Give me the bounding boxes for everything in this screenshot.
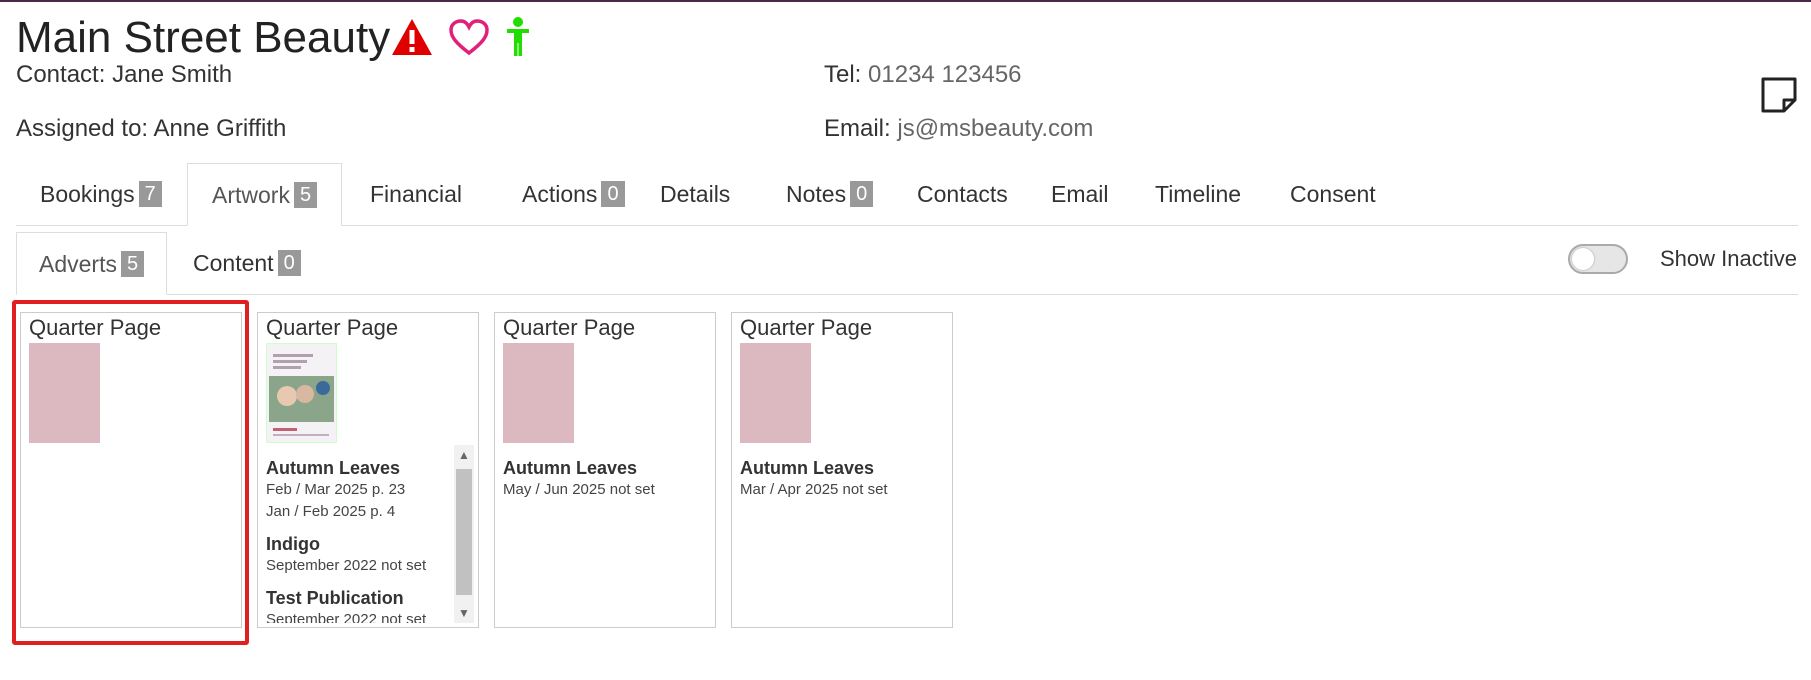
- email-label: Email:: [824, 115, 891, 142]
- card-title: Quarter Page: [740, 315, 873, 340]
- card-title: Quarter Page: [503, 315, 636, 340]
- show-inactive-toggle[interactable]: [1568, 244, 1628, 274]
- tel-label: Tel:: [824, 61, 862, 88]
- tab-bookings[interactable]: Bookings 7: [16, 163, 186, 225]
- contact-line: Contact: Jane Smith: [16, 60, 232, 90]
- publication-item: Autumn Leaves Mar / Apr 2025 not set: [740, 457, 940, 501]
- tab-email[interactable]: Email: [1027, 163, 1133, 225]
- show-inactive-label: Show Inactive: [1660, 246, 1797, 271]
- page-title: Main Street Beauty: [16, 13, 391, 62]
- tab-notes[interactable]: Notes 0: [762, 163, 897, 225]
- tab-label: Consent: [1290, 181, 1376, 207]
- publication-name: Autumn Leaves: [503, 458, 638, 478]
- subtab-content[interactable]: Content 0: [171, 232, 323, 294]
- person-icon: [504, 16, 532, 58]
- tab-details[interactable]: Details: [636, 163, 754, 225]
- contact-label: Contact:: [16, 61, 106, 88]
- scroll-down-icon[interactable]: ▼: [454, 603, 474, 623]
- tab-label: Details: [660, 181, 731, 207]
- tab-badge: 5: [293, 182, 318, 208]
- scroll-up-icon[interactable]: ▲: [454, 445, 474, 465]
- email-line: Email: js@msbeauty.com: [824, 114, 1093, 144]
- status-icons: [390, 16, 532, 58]
- advert-thumbnail[interactable]: [266, 343, 337, 443]
- publication-issue: May / Jun 2025 not set: [503, 481, 655, 498]
- publication-item: Autumn Leaves May / Jun 2025 not set: [503, 457, 703, 501]
- assigned-label: Assigned to:: [16, 115, 149, 142]
- publication-name: Test Publication: [266, 588, 404, 608]
- tab-label: Timeline: [1155, 181, 1242, 207]
- scrollbar-thumb[interactable]: [456, 469, 472, 595]
- publication-issue: September 2022 not set: [266, 611, 427, 623]
- sub-tabs: Adverts 5 Content 0: [16, 232, 1798, 295]
- tab-badge: 7: [138, 181, 162, 207]
- tel-line: Tel: 01234 123456: [824, 60, 1022, 90]
- advert-thumbnail[interactable]: [503, 343, 574, 443]
- sticky-note-icon[interactable]: [1760, 76, 1798, 119]
- tel-value[interactable]: 01234 123456: [868, 61, 1022, 88]
- publication-list: Autumn Leaves Feb / Mar 2025 p. 23 Jan /…: [266, 455, 466, 623]
- tab-label: Notes: [786, 181, 847, 207]
- card-title: Quarter Page: [266, 315, 399, 340]
- publication-name: Indigo: [266, 534, 320, 554]
- main-tabs: Bookings 7 Artwork 5 Financial Actions 0 De…: [16, 163, 1798, 226]
- subtab-badge: 5: [120, 251, 145, 277]
- toggle-knob: [1572, 248, 1594, 270]
- tab-financial[interactable]: Financial: [346, 163, 486, 225]
- heart-icon: [448, 18, 490, 56]
- advert-card[interactable]: Quarter Page Autumn Leaves Mar / Apr 202…: [731, 312, 953, 628]
- tab-label: Contacts: [917, 181, 1008, 207]
- selection-highlight: [12, 300, 249, 645]
- publication-name: Autumn Leaves: [266, 458, 401, 478]
- contact-name: Jane Smith: [112, 61, 233, 88]
- email-value[interactable]: js@msbeauty.com: [897, 115, 1093, 142]
- publication-issue: September 2022 not set: [266, 557, 427, 574]
- tab-consent[interactable]: Consent: [1266, 163, 1400, 225]
- publication-item: Autumn Leaves Feb / Mar 2025 p. 23 Jan /…: [266, 457, 466, 523]
- publication-issue: Jan / Feb 2025 p. 4: [266, 503, 396, 520]
- subtab-label: Adverts: [39, 251, 117, 277]
- publication-issue: Mar / Apr 2025 not set: [740, 481, 888, 498]
- advert-thumbnail[interactable]: [740, 343, 811, 443]
- tab-artwork[interactable]: Artwork 5: [187, 163, 343, 226]
- tab-label: Artwork: [212, 182, 290, 208]
- publication-list: Autumn Leaves May / Jun 2025 not set: [503, 455, 703, 623]
- tab-label: Financial: [370, 181, 463, 207]
- assigned-line: Assigned to: Anne Griffith: [16, 114, 286, 144]
- publication-issue: Feb / Mar 2025 p. 23: [266, 481, 406, 498]
- publication-item: Test Publication September 2022 not set: [266, 587, 466, 623]
- publication-item: Indigo September 2022 not set: [266, 533, 466, 577]
- advert-card[interactable]: Quarter Page Autumn Leaves Feb / Mar 202…: [257, 312, 479, 628]
- tab-timeline[interactable]: Timeline: [1131, 163, 1265, 225]
- warning-icon: [390, 17, 434, 57]
- assigned-name: Anne Griffith: [153, 115, 287, 142]
- publication-scrollbar[interactable]: ▲ ▼: [454, 445, 474, 623]
- top-border: [0, 0, 1811, 2]
- publication-list: Autumn Leaves Mar / Apr 2025 not set: [740, 455, 940, 623]
- subtab-adverts[interactable]: Adverts 5: [16, 232, 168, 295]
- tab-badge: 0: [850, 181, 874, 207]
- tab-contacts[interactable]: Contacts: [893, 163, 1032, 225]
- tab-actions[interactable]: Actions 0: [498, 163, 649, 225]
- tab-label: Email: [1051, 181, 1109, 207]
- tab-badge: 0: [601, 181, 625, 207]
- tab-label: Bookings: [40, 181, 135, 207]
- advert-card[interactable]: Quarter Page Autumn Leaves May / Jun 202…: [494, 312, 716, 628]
- tab-label: Actions: [522, 181, 598, 207]
- subtab-badge: 0: [277, 250, 301, 276]
- subtab-label: Content: [193, 250, 274, 276]
- publication-name: Autumn Leaves: [740, 458, 875, 478]
